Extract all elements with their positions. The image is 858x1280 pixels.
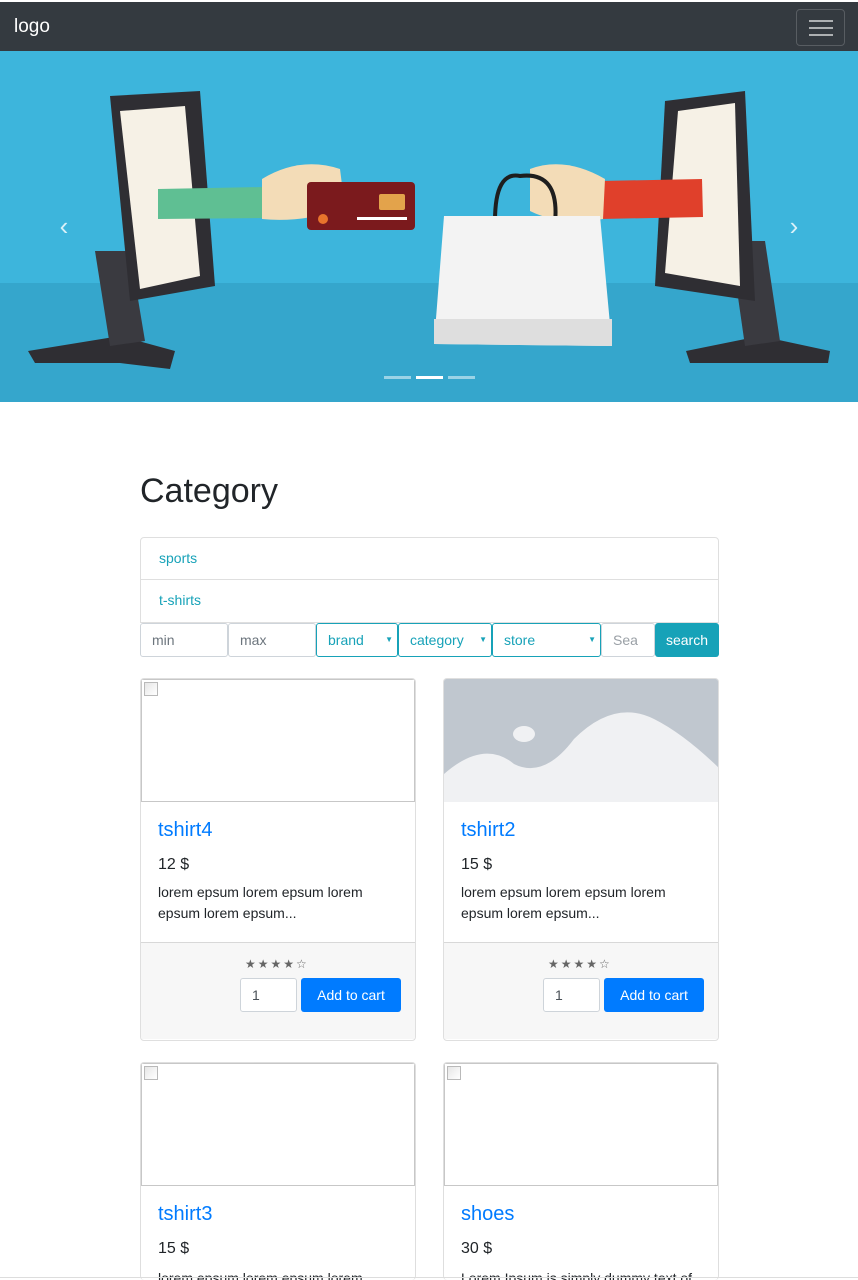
add-to-cart-button[interactable]: Add to cart xyxy=(301,978,401,1012)
min-price-input[interactable]: min xyxy=(140,623,228,657)
broken-image-icon xyxy=(144,1066,158,1080)
product-image xyxy=(141,679,415,802)
product-description: lorem epsum lorem epsum lorem epsum lore… xyxy=(461,884,666,921)
chevron-left-icon: ‹ xyxy=(59,211,69,241)
product-price: 30 $ xyxy=(461,1240,493,1257)
carousel-prev-button[interactable]: ‹ xyxy=(54,211,74,241)
product-image xyxy=(444,1063,718,1186)
caret-down-icon: ▼ xyxy=(479,635,487,644)
broken-image-icon xyxy=(447,1066,461,1080)
store-select-value: store xyxy=(504,632,536,648)
carousel-indicator-active[interactable] xyxy=(416,376,443,379)
brand-select[interactable]: brand ▼ xyxy=(316,623,398,657)
product-image xyxy=(444,679,718,802)
search-button[interactable]: search xyxy=(655,623,719,657)
menu-toggle-button[interactable] xyxy=(796,9,845,46)
carousel-slide-image xyxy=(0,51,858,402)
product-card: shoes 30 $ Lorem Ipsum is simply dummy t… xyxy=(443,1062,719,1280)
quantity-input[interactable]: 1 xyxy=(543,978,600,1012)
product-title[interactable]: tshirt2 xyxy=(461,819,515,842)
product-description: lorem epsum lorem epsum lorem xyxy=(158,1270,363,1280)
category-item-sports[interactable]: sports xyxy=(140,537,719,580)
card-footer: ★★★★☆ 1 Add to cart xyxy=(444,942,718,1039)
carousel-indicator[interactable] xyxy=(448,376,475,379)
navbar: logo xyxy=(0,2,858,51)
product-card: tshirt4 12 $ lorem epsum lorem epsum lor… xyxy=(140,678,416,1041)
divider xyxy=(0,1277,858,1278)
caret-down-icon: ▼ xyxy=(588,635,596,644)
caret-down-icon: ▼ xyxy=(385,635,393,644)
brand-select-value: brand xyxy=(328,632,364,648)
category-select-value: category xyxy=(410,632,464,648)
max-price-input[interactable]: max xyxy=(228,623,316,657)
product-title[interactable]: tshirt3 xyxy=(158,1203,212,1226)
page-title: Category xyxy=(140,472,278,510)
product-title[interactable]: shoes xyxy=(461,1203,514,1226)
quantity-input[interactable]: 1 xyxy=(240,978,297,1012)
category-list: sports t-shirts xyxy=(140,537,719,623)
category-item-t-shirts[interactable]: t-shirts xyxy=(140,580,719,623)
product-image xyxy=(141,1063,415,1186)
broken-image-icon xyxy=(144,682,158,696)
search-input[interactable]: Sea xyxy=(601,623,655,657)
hero-carousel: ‹ › xyxy=(0,51,858,402)
chevron-right-icon: › xyxy=(789,211,799,241)
product-card: tshirt3 15 $ lorem epsum lorem epsum lor… xyxy=(140,1062,416,1280)
image-placeholder-icon xyxy=(444,679,718,802)
product-price: 15 $ xyxy=(158,1240,190,1257)
card-footer: ★★★★☆ 1 Add to cart xyxy=(141,942,415,1039)
category-select[interactable]: category ▼ xyxy=(398,623,492,657)
product-title[interactable]: tshirt4 xyxy=(158,819,212,842)
product-price: 12 $ xyxy=(158,856,190,873)
carousel-indicator[interactable] xyxy=(384,376,411,379)
product-price: 15 $ xyxy=(461,856,493,873)
store-select[interactable]: store ▼ xyxy=(492,623,601,657)
product-card: tshirt2 15 $ lorem epsum lorem epsum lor… xyxy=(443,678,719,1041)
add-to-cart-button[interactable]: Add to cart xyxy=(604,978,704,1012)
logo[interactable]: logo xyxy=(14,16,50,38)
product-description: Lorem Ipsum is simply dummy text of xyxy=(461,1270,693,1280)
hamburger-icon xyxy=(809,20,833,22)
product-description: lorem epsum lorem epsum lorem epsum lore… xyxy=(158,884,363,921)
star-rating: ★★★★☆ xyxy=(548,957,612,971)
star-rating: ★★★★☆ xyxy=(245,957,309,971)
carousel-next-button[interactable]: › xyxy=(784,211,804,241)
